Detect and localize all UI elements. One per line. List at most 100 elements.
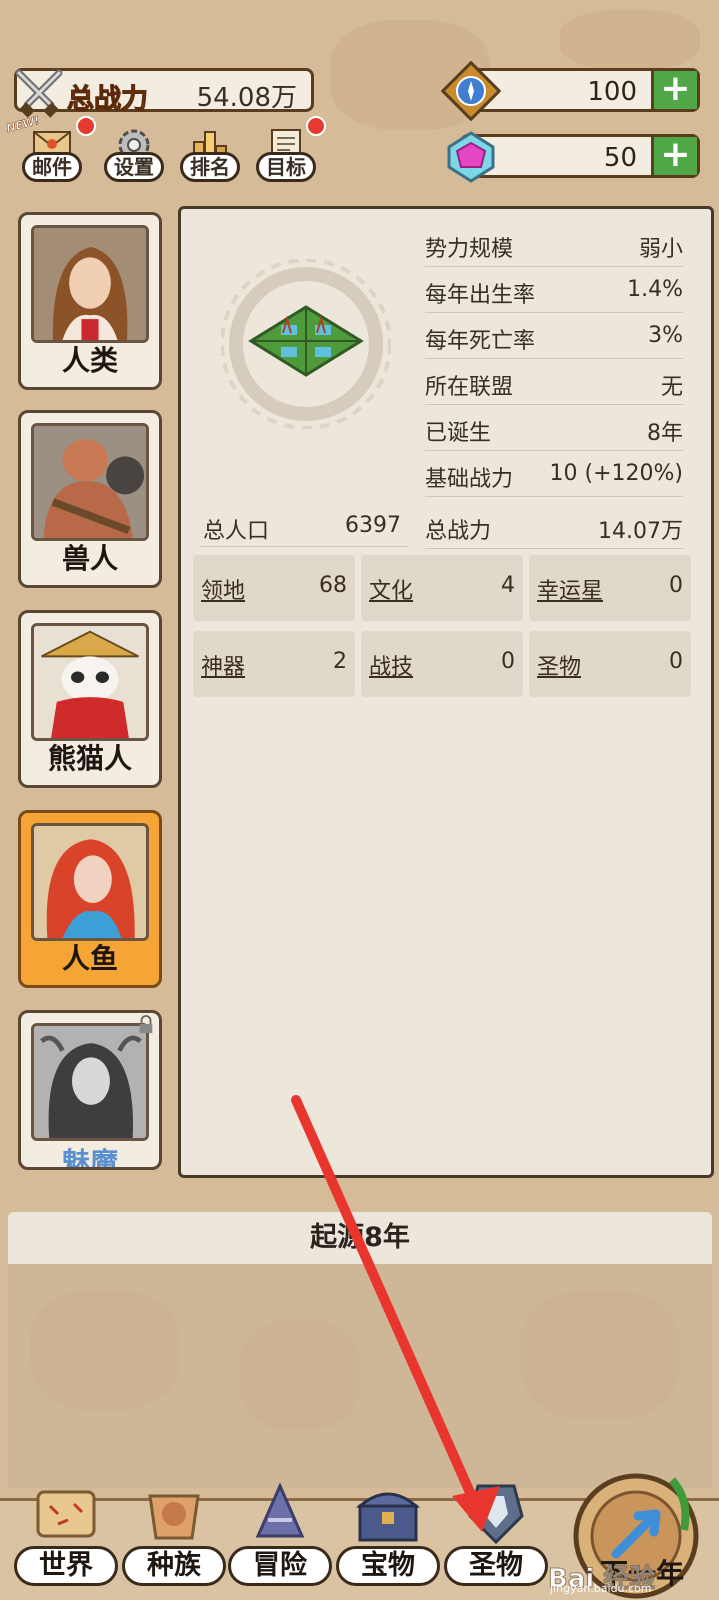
nav-relic-button[interactable]: 圣物	[444, 1476, 548, 1600]
stat-value: 3%	[648, 323, 683, 348]
population-value: 6397	[345, 513, 401, 538]
territory-cell[interactable]: 领地 68	[193, 555, 355, 621]
nav-label: 种族	[122, 1546, 226, 1586]
total-power-bar: 总战力 54.08万	[14, 68, 314, 118]
pink-crystal-icon	[447, 131, 495, 183]
race-card-succubus[interactable]: 魅魔	[18, 1010, 162, 1170]
stat-row-base-power: 基础战力 10 (+120%)	[425, 451, 683, 497]
cell-label: 神器	[201, 655, 246, 680]
succubus-portrait-icon	[31, 1023, 149, 1141]
cell-label: 幸运星	[537, 579, 604, 604]
world-map-icon	[36, 1490, 96, 1538]
nav-label: 冒险	[228, 1546, 332, 1586]
ranking-button[interactable]: 排名	[178, 122, 242, 184]
mail-label: 邮件	[22, 152, 82, 182]
territory-emblem-icon	[221, 259, 391, 429]
stat-value: 8年	[647, 421, 683, 446]
cell-value: 0	[501, 649, 515, 674]
race-name: 魅魔	[61, 1146, 118, 1170]
cell-value: 0	[669, 649, 683, 674]
nav-world-button[interactable]: 世界	[14, 1476, 118, 1600]
race-name: 人类	[61, 344, 118, 377]
ranking-label: 排名	[180, 152, 240, 182]
stat-label: 势力规模	[425, 237, 514, 262]
goal-button[interactable]: 目标	[254, 116, 326, 184]
artifact-cell[interactable]: 神器 2	[193, 631, 355, 697]
human-portrait-icon	[31, 225, 149, 343]
stat-label: 每年死亡率	[425, 329, 536, 354]
gem-resource-bar: 100 +	[441, 61, 700, 121]
settings-button[interactable]: 设置	[102, 122, 166, 184]
crystal-value: 50	[603, 143, 637, 173]
race-name: 兽人	[61, 542, 118, 575]
population-label: 总人口	[203, 519, 270, 544]
add-gems-button[interactable]: +	[651, 71, 697, 109]
crossed-swords-icon	[15, 69, 63, 118]
cell-label: 领地	[201, 579, 246, 604]
nav-label: 宝物	[336, 1546, 440, 1586]
compass-gem-icon	[441, 61, 501, 121]
nav-treasure-button[interactable]: 宝物	[336, 1476, 440, 1600]
relic-cell[interactable]: 圣物 0	[529, 631, 691, 697]
event-log-area[interactable]	[8, 1264, 712, 1488]
relic-icon	[468, 1484, 524, 1545]
stat-value: 14.07万	[598, 519, 683, 544]
nav-adventure-button[interactable]: 冒险	[228, 1476, 332, 1600]
pandaren-portrait-icon	[31, 623, 149, 741]
year-title-bar: 起源8年	[8, 1212, 712, 1264]
stat-row-scale: 势力规模 弱小	[425, 221, 683, 267]
settings-label: 设置	[104, 152, 164, 182]
cell-value: 0	[669, 573, 683, 598]
stat-row-birth-rate: 每年出生率 1.4%	[425, 267, 683, 313]
stat-row-age: 已诞生 8年	[425, 405, 683, 451]
background-pattern	[560, 10, 700, 70]
stat-row-alliance: 所在联盟 无	[425, 359, 683, 405]
nav-label: 世界	[14, 1546, 118, 1586]
race-icon	[148, 1494, 200, 1540]
lucky-star-cell[interactable]: 幸运星 0	[529, 555, 691, 621]
stat-value: 1.4%	[627, 277, 683, 302]
stat-row-death-rate: 每年死亡率 3%	[425, 313, 683, 359]
merfolk-portrait-icon	[31, 823, 149, 941]
race-card-merfolk[interactable]: 人鱼	[18, 810, 162, 988]
cell-value: 68	[319, 573, 347, 598]
stat-label: 总战力	[425, 519, 492, 544]
treasure-chest-icon	[355, 1492, 421, 1542]
total-power-value: 54.08万	[196, 83, 297, 113]
adventure-icon	[255, 1482, 305, 1538]
race-name: 熊猫人	[47, 742, 132, 775]
race-card-human[interactable]: 人类	[18, 212, 162, 390]
stat-value: 弱小	[638, 237, 683, 262]
nav-label: 圣物	[444, 1546, 548, 1586]
crystal-resource-bar: 50 +	[447, 131, 700, 183]
nav-race-button[interactable]: 种族	[122, 1476, 226, 1600]
cell-label: 文化	[369, 579, 414, 604]
stat-label: 基础战力	[425, 467, 514, 492]
race-name: 人鱼	[61, 942, 118, 975]
stat-value: 10 (+120%)	[549, 461, 683, 486]
race-info-panel: 势力规模 弱小 每年出生率 1.4% 每年死亡率 3% 所在联盟 无 已诞生 8…	[178, 206, 714, 1178]
race-card-orc[interactable]: 兽人	[18, 410, 162, 588]
cell-value: 4	[501, 573, 515, 598]
total-population-row: 总人口 6397	[199, 505, 409, 547]
battle-skill-cell[interactable]: 战技 0	[361, 631, 523, 697]
add-crystals-button[interactable]: +	[651, 137, 697, 175]
culture-cell[interactable]: 文化 4	[361, 555, 523, 621]
stat-row-total-power: 总战力 14.07万	[425, 503, 683, 549]
stat-label: 所在联盟	[425, 375, 514, 400]
gem-value: 100	[587, 77, 637, 107]
lock-icon	[139, 1015, 153, 1034]
stat-label: 每年出生率	[425, 283, 536, 308]
notification-dot	[76, 116, 96, 136]
cell-value: 2	[333, 649, 347, 674]
cell-label: 圣物	[537, 655, 582, 680]
race-card-pandaren[interactable]: 熊猫人	[18, 610, 162, 788]
total-power-label: 总战力	[67, 84, 149, 116]
goal-label: 目标	[256, 152, 316, 182]
orc-portrait-icon	[31, 423, 149, 541]
cell-label: 战技	[369, 655, 414, 680]
stat-value: 无	[660, 375, 683, 400]
stat-label: 已诞生	[425, 421, 492, 446]
notification-dot	[306, 116, 326, 136]
mail-button[interactable]: 邮件 NEW!	[5, 114, 96, 184]
